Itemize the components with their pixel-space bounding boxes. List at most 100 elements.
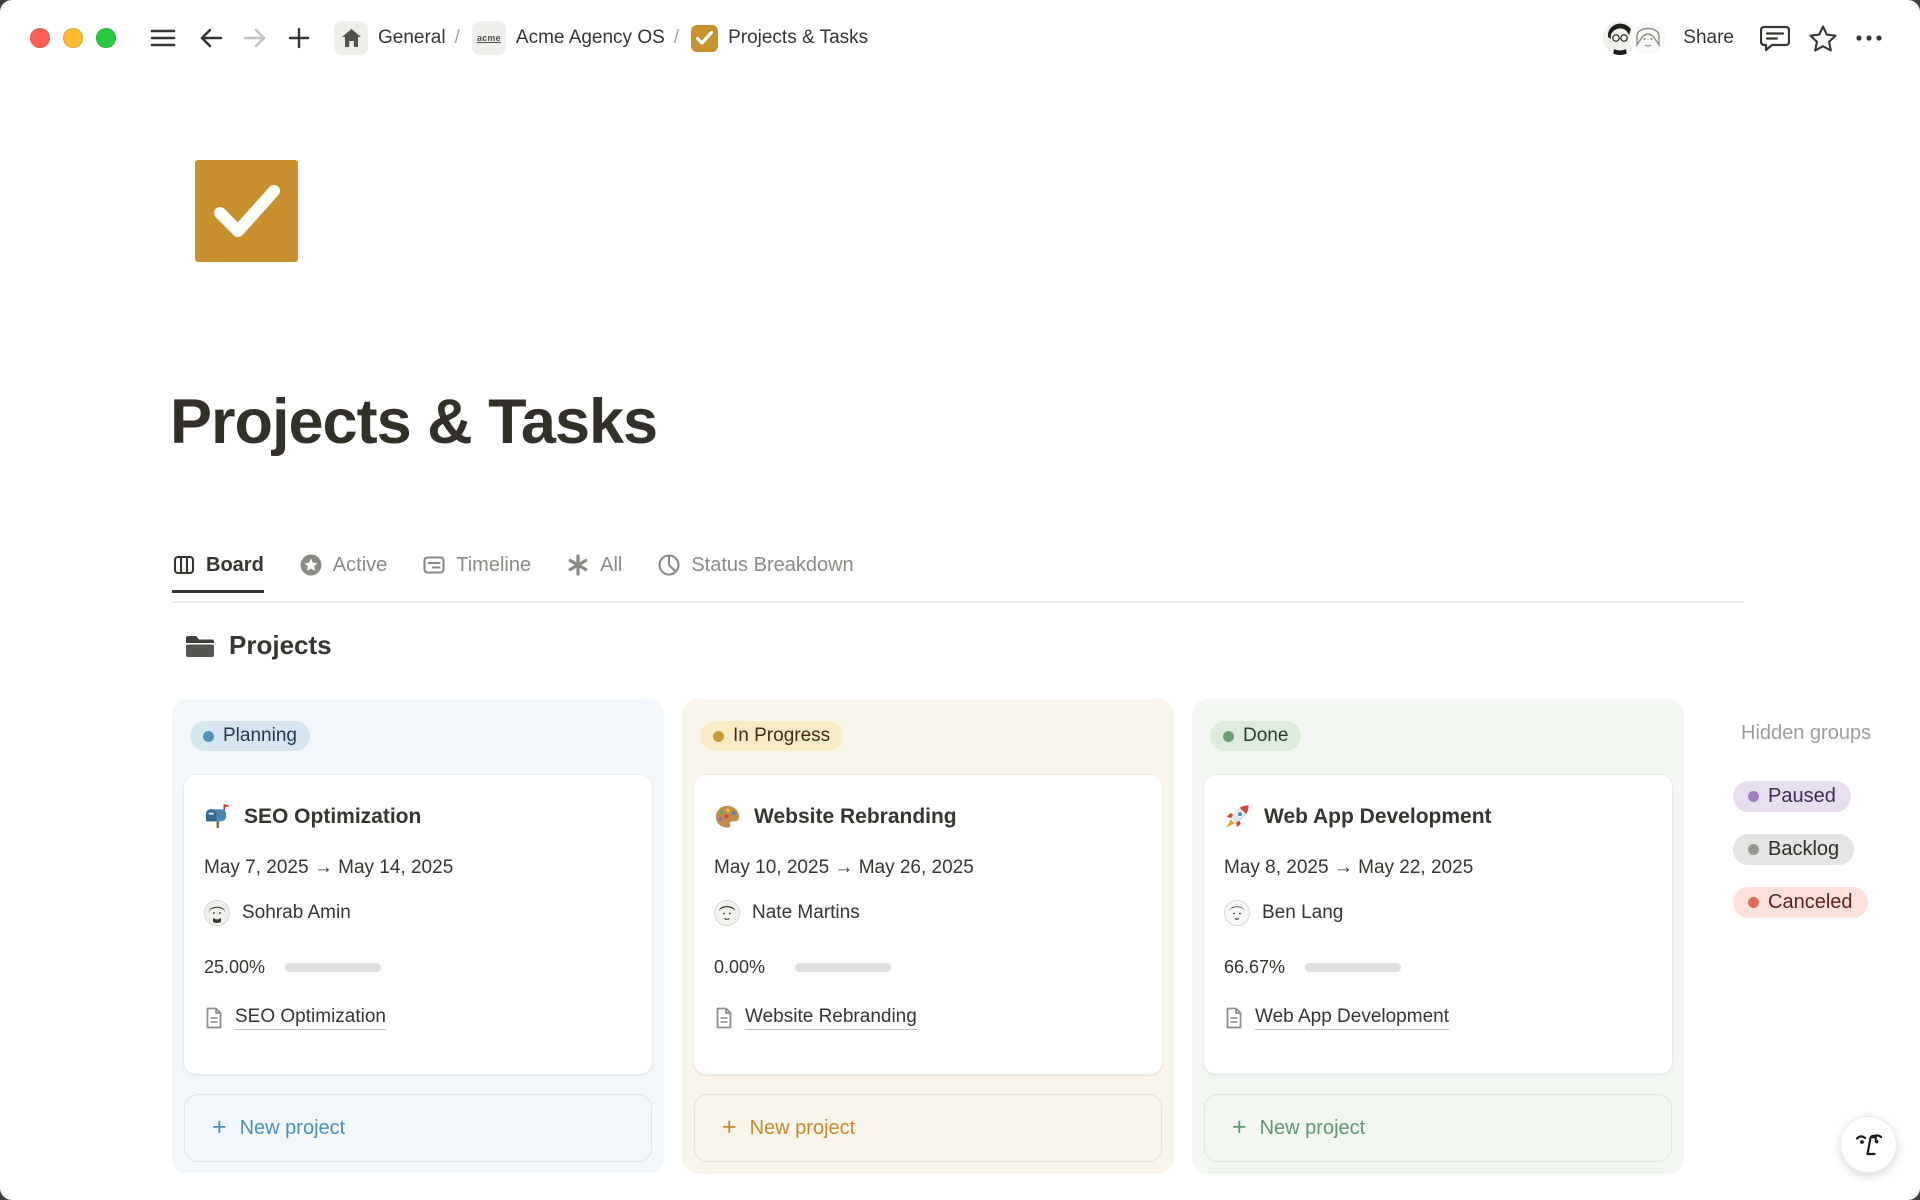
card-assignee: Nate Martins <box>714 900 1142 926</box>
tab-label: Status Breakdown <box>691 554 853 577</box>
card-progress: 0.00% <box>714 957 1142 978</box>
folder-icon <box>184 632 216 660</box>
top-bar: General / acme Acme Agency OS / Projects… <box>0 0 1920 76</box>
breadcrumb-separator: / <box>455 27 460 49</box>
card-page-link[interactable]: Web App Development <box>1255 1006 1449 1030</box>
status-dot <box>713 731 724 742</box>
new-project-button[interactable]: + New project <box>1204 1094 1672 1162</box>
project-card[interactable]: SEO Optimization May 7, 2025 → May 14, 2… <box>184 775 652 1074</box>
avatar <box>1629 19 1667 57</box>
tab-label: Active <box>333 554 387 577</box>
minimize-window-button[interactable] <box>63 28 83 48</box>
board-icon <box>172 553 196 577</box>
breadcrumb-root[interactable]: General <box>378 27 446 49</box>
more-options-button[interactable] <box>1852 21 1886 55</box>
status-pill-planning[interactable]: Planning <box>190 721 310 751</box>
tab-active[interactable]: Active <box>299 553 387 593</box>
progress-label: 66.67% <box>1224 957 1290 978</box>
tab-status-breakdown[interactable]: Status Breakdown <box>657 553 853 593</box>
new-project-label: New project <box>1260 1117 1366 1140</box>
new-project-label: New project <box>750 1117 856 1140</box>
hidden-group-canceled[interactable]: Canceled <box>1733 887 1868 918</box>
breadcrumb-page[interactable]: Projects & Tasks <box>728 27 868 49</box>
card-dates: May 8, 2025 → May 22, 2025 <box>1224 857 1652 879</box>
board-column-in-progress: In Progress Website Rebranding May 10, 2… <box>682 699 1174 1174</box>
project-card[interactable]: Website Rebranding May 10, 2025 → May 26… <box>694 775 1162 1074</box>
star-circle-icon <box>299 553 323 577</box>
notion-window: General / acme Acme Agency OS / Projects… <box>0 0 1920 1200</box>
comments-button[interactable] <box>1758 21 1792 55</box>
card-dates: May 10, 2025 → May 26, 2025 <box>714 857 1142 879</box>
timeline-icon <box>422 553 446 577</box>
sidebar-toggle-button[interactable] <box>146 21 180 55</box>
zoom-window-button[interactable] <box>96 28 116 48</box>
tab-board[interactable]: Board <box>172 553 264 593</box>
page-title[interactable]: Projects & Tasks <box>170 386 657 458</box>
status-dot <box>1748 897 1759 908</box>
back-arrow-icon <box>198 26 224 50</box>
assignee-name: Sohrab Amin <box>242 902 351 924</box>
status-pill-done[interactable]: Done <box>1210 721 1301 751</box>
notion-face-icon <box>1853 1130 1885 1160</box>
tab-all[interactable]: All <box>566 553 622 593</box>
board-column-done: Done Web App Development May 8, 2025 → M… <box>1192 699 1684 1174</box>
page-doc-icon <box>714 1007 734 1029</box>
breadcrumb-separator: / <box>674 27 679 49</box>
status-label: In Progress <box>733 725 830 747</box>
progress-label: 25.00% <box>204 957 270 978</box>
hidden-group-label: Canceled <box>1768 891 1853 914</box>
hidden-group-label: Backlog <box>1768 838 1839 861</box>
new-project-button[interactable]: + New project <box>694 1094 1162 1162</box>
breadcrumb-home[interactable] <box>334 21 368 55</box>
progress-label: 0.00% <box>714 957 780 978</box>
status-pill-in-progress[interactable]: In Progress <box>700 721 843 751</box>
status-dot <box>1223 731 1234 742</box>
card-assignee: Ben Lang <box>1224 900 1652 926</box>
card-title: Web App Development <box>1264 805 1492 829</box>
project-card[interactable]: Web App Development May 8, 2025 → May 22… <box>1204 775 1672 1074</box>
acme-workspace-logo: acme <box>472 21 506 55</box>
share-button[interactable]: Share <box>1683 27 1734 49</box>
breadcrumb-workspace[interactable]: Acme Agency OS <box>516 27 665 49</box>
section-title: Projects <box>229 630 332 661</box>
status-label: Planning <box>223 725 297 747</box>
close-window-button[interactable] <box>30 28 50 48</box>
member-avatars[interactable] <box>1601 19 1667 57</box>
tab-label: Timeline <box>456 554 531 577</box>
assignee-avatar <box>204 900 230 926</box>
forward-button[interactable] <box>238 21 272 55</box>
acme-logo-icon: acme <box>477 33 501 43</box>
status-label: Done <box>1243 725 1288 747</box>
page-icon-checkbox[interactable] <box>195 160 298 262</box>
card-title: SEO Optimization <box>244 805 421 829</box>
hidden-groups-panel: Hidden groups Paused Backlog Canceled <box>1733 722 1871 918</box>
plus-icon <box>287 26 311 50</box>
page-checkbox-icon <box>691 25 718 52</box>
hidden-group-paused[interactable]: Paused <box>1733 781 1851 812</box>
mailbox-emoji-icon <box>204 803 231 830</box>
home-icon <box>341 28 362 48</box>
assignee-avatar <box>1224 900 1250 926</box>
hidden-group-backlog[interactable]: Backlog <box>1733 834 1854 865</box>
back-button[interactable] <box>194 21 228 55</box>
plus-icon: + <box>1232 1115 1247 1140</box>
new-project-button[interactable]: + New project <box>184 1094 652 1162</box>
plus-icon: + <box>722 1115 737 1140</box>
notion-templates-button[interactable] <box>1840 1116 1897 1173</box>
assignee-name: Ben Lang <box>1262 902 1343 924</box>
assignee-name: Nate Martins <box>752 902 860 924</box>
palette-emoji-icon <box>714 803 741 830</box>
hidden-group-label: Paused <box>1768 785 1836 808</box>
favorite-button[interactable] <box>1806 21 1840 55</box>
pie-chart-icon <box>657 553 681 577</box>
projects-section-header: Projects <box>184 630 332 661</box>
forward-arrow-icon <box>242 26 268 50</box>
card-page-link[interactable]: SEO Optimization <box>235 1006 386 1030</box>
kanban-board: Planning SEO Optimization May 7, 2025 → … <box>172 699 1684 1174</box>
new-tab-button[interactable] <box>282 21 316 55</box>
tab-label: Board <box>206 554 264 577</box>
card-page-link[interactable]: Website Rebranding <box>745 1006 917 1030</box>
comment-icon <box>1760 24 1790 52</box>
page-doc-icon <box>1224 1007 1244 1029</box>
tab-timeline[interactable]: Timeline <box>422 553 531 593</box>
